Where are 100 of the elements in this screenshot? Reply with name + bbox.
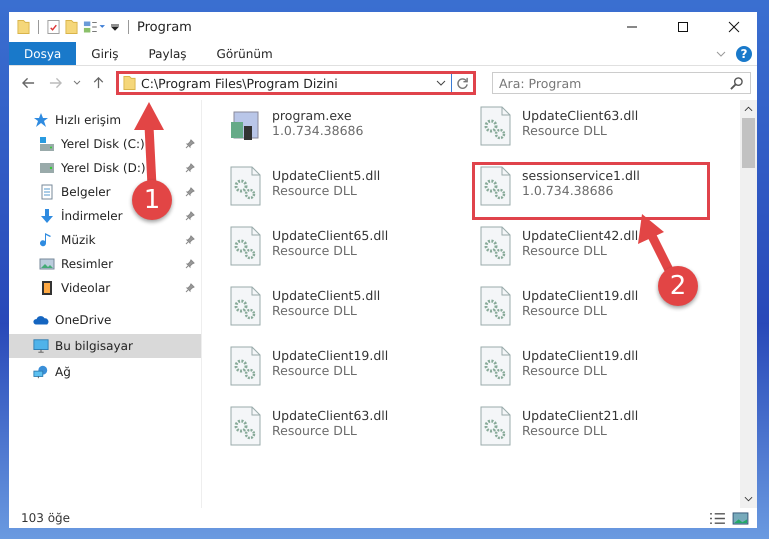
address-field[interactable]: C:\Program Files\Program Dizini <box>116 71 476 95</box>
file-name: UpdateClient5.dll <box>272 168 380 183</box>
file-detail: Resource DLL <box>522 303 608 318</box>
gear-file-icon <box>228 346 262 386</box>
file-name: UpdateClient42.dll <box>522 228 638 243</box>
file-name: UpdateClient19.dll <box>522 288 638 303</box>
monitor-icon <box>33 338 49 354</box>
drive-icon <box>39 160 55 176</box>
file-detail: Resource DLL <box>522 123 608 138</box>
file-item[interactable]: sessionservice1.dll 1.0.734.38686 <box>472 162 710 220</box>
ribbon-tab[interactable]: Giriş <box>76 42 134 65</box>
file-detail: Resource DLL <box>272 243 358 258</box>
pin-icon[interactable] <box>185 163 195 173</box>
file-name: UpdateClient63.dll <box>522 108 638 123</box>
file-item[interactable]: UpdateClient19.dll Resource DLL <box>472 282 644 340</box>
file-name: UpdateClient19.dll <box>522 348 638 363</box>
gear-file-icon <box>228 286 262 326</box>
file-item[interactable]: UpdateClient42.dll Resource DLL <box>472 222 644 280</box>
file-name: program.exe <box>272 108 353 123</box>
nav-item[interactable]: OneDrive <box>9 308 201 332</box>
chevron-down-icon[interactable] <box>73 80 81 86</box>
properties-icon[interactable] <box>47 19 60 35</box>
file-item[interactable]: UpdateClient19.dll Resource DLL <box>472 342 644 400</box>
folder-icon <box>123 75 136 91</box>
close-icon[interactable] <box>728 21 740 33</box>
gear-file-icon <box>478 286 512 326</box>
file-name: UpdateClient5.dll <box>272 288 380 303</box>
file-item[interactable]: UpdateClient21.dll Resource DLL <box>472 402 644 460</box>
nav-item[interactable]: İndirmeler <box>61 209 123 223</box>
gear-file-icon <box>478 346 512 386</box>
document-icon <box>39 184 55 200</box>
file-detail: Resource DLL <box>522 423 608 438</box>
pin-icon[interactable] <box>185 139 195 149</box>
nav-item[interactable]: Videolar <box>61 281 110 295</box>
up-arrow-icon[interactable] <box>92 77 105 89</box>
gear-file-icon <box>478 106 512 146</box>
drive-icon <box>39 136 55 152</box>
pin-icon[interactable] <box>185 283 195 293</box>
file-detail: Resource DLL <box>522 243 608 258</box>
chevron-down-icon[interactable] <box>436 80 446 86</box>
file-item[interactable]: UpdateClient65.dll Resource DLL <box>222 222 394 280</box>
window-title: Program <box>137 20 192 34</box>
search-field[interactable]: Ara: Program <box>492 72 751 94</box>
gear-file-icon <box>478 406 512 446</box>
file-detail: Resource DLL <box>272 363 358 378</box>
nav-item[interactable]: Bu bilgisayar <box>9 334 201 358</box>
ribbon-tab[interactable]: Görünüm <box>202 42 288 65</box>
gear-file-icon <box>478 226 512 266</box>
file-item[interactable]: UpdateClient5.dll Resource DLL <box>222 162 386 220</box>
nav-item[interactable]: Yerel Disk (C:) <box>61 137 145 151</box>
item-count: 103 öğe <box>21 511 70 525</box>
file-detail: Resource DLL <box>272 423 358 438</box>
gear-file-icon <box>228 406 262 446</box>
nav-item[interactable]: Yerel Disk (D:) <box>61 161 146 175</box>
film-icon <box>39 280 55 296</box>
details-view-icon[interactable] <box>709 512 726 524</box>
file-name: UpdateClient63.dll <box>272 408 388 423</box>
network-icon <box>33 364 49 380</box>
gear-file-icon <box>228 166 262 206</box>
nav-item[interactable]: Belgeler <box>61 185 111 199</box>
file-name: UpdateClient65.dll <box>272 228 388 243</box>
pin-icon[interactable] <box>185 259 195 269</box>
file-name: sessionservice1.dll <box>522 168 640 183</box>
gear-file-icon <box>478 166 512 206</box>
nav-item[interactable]: Müzik <box>61 233 96 247</box>
scroll-down-icon[interactable] <box>744 496 753 502</box>
gear-file-icon <box>228 226 262 266</box>
file-item[interactable]: program.exe 1.0.734.38686 <box>222 102 370 160</box>
file-item[interactable]: UpdateClient5.dll Resource DLL <box>222 282 386 340</box>
thumbnail-view-icon[interactable] <box>732 512 749 524</box>
file-detail: Resource DLL <box>272 183 358 198</box>
file-item[interactable]: UpdateClient63.dll Resource DLL <box>472 102 644 160</box>
file-item[interactable]: UpdateClient63.dll Resource DLL <box>222 402 394 460</box>
file-detail: Resource DLL <box>522 363 608 378</box>
help-button[interactable]: ? <box>736 46 752 62</box>
file-detail: 1.0.734.38686 <box>272 123 364 138</box>
file-detail: 1.0.734.38686 <box>522 183 614 198</box>
scrollbar-thumb[interactable] <box>742 118 755 168</box>
ribbon-tab[interactable]: Paylaş <box>133 42 202 65</box>
maximize-icon[interactable] <box>677 21 689 33</box>
file-item[interactable]: UpdateClient19.dll Resource DLL <box>222 342 394 400</box>
file-name: UpdateClient19.dll <box>272 348 388 363</box>
customize-caret-icon[interactable] <box>110 22 120 32</box>
nav-item[interactable]: Resimler <box>61 257 114 271</box>
view-icon[interactable] <box>83 19 105 35</box>
address-path: C:\Program Files\Program Dizini <box>141 76 338 90</box>
star-icon <box>33 112 49 128</box>
download-icon <box>39 208 55 224</box>
search-icon <box>730 77 743 90</box>
pin-icon[interactable] <box>185 187 195 197</box>
pin-icon[interactable] <box>185 211 195 221</box>
picture-icon <box>39 256 55 272</box>
back-arrow-icon[interactable] <box>22 77 35 89</box>
scroll-up-icon[interactable] <box>744 106 753 112</box>
nav-item[interactable]: Ağ <box>9 360 201 384</box>
ribbon-tab[interactable]: Dosya <box>9 42 76 65</box>
refresh-icon[interactable] <box>456 76 469 90</box>
nav-item[interactable]: Hızlı erişim <box>9 108 201 132</box>
file-name: UpdateClient21.dll <box>522 408 638 423</box>
pin-icon[interactable] <box>185 235 195 245</box>
